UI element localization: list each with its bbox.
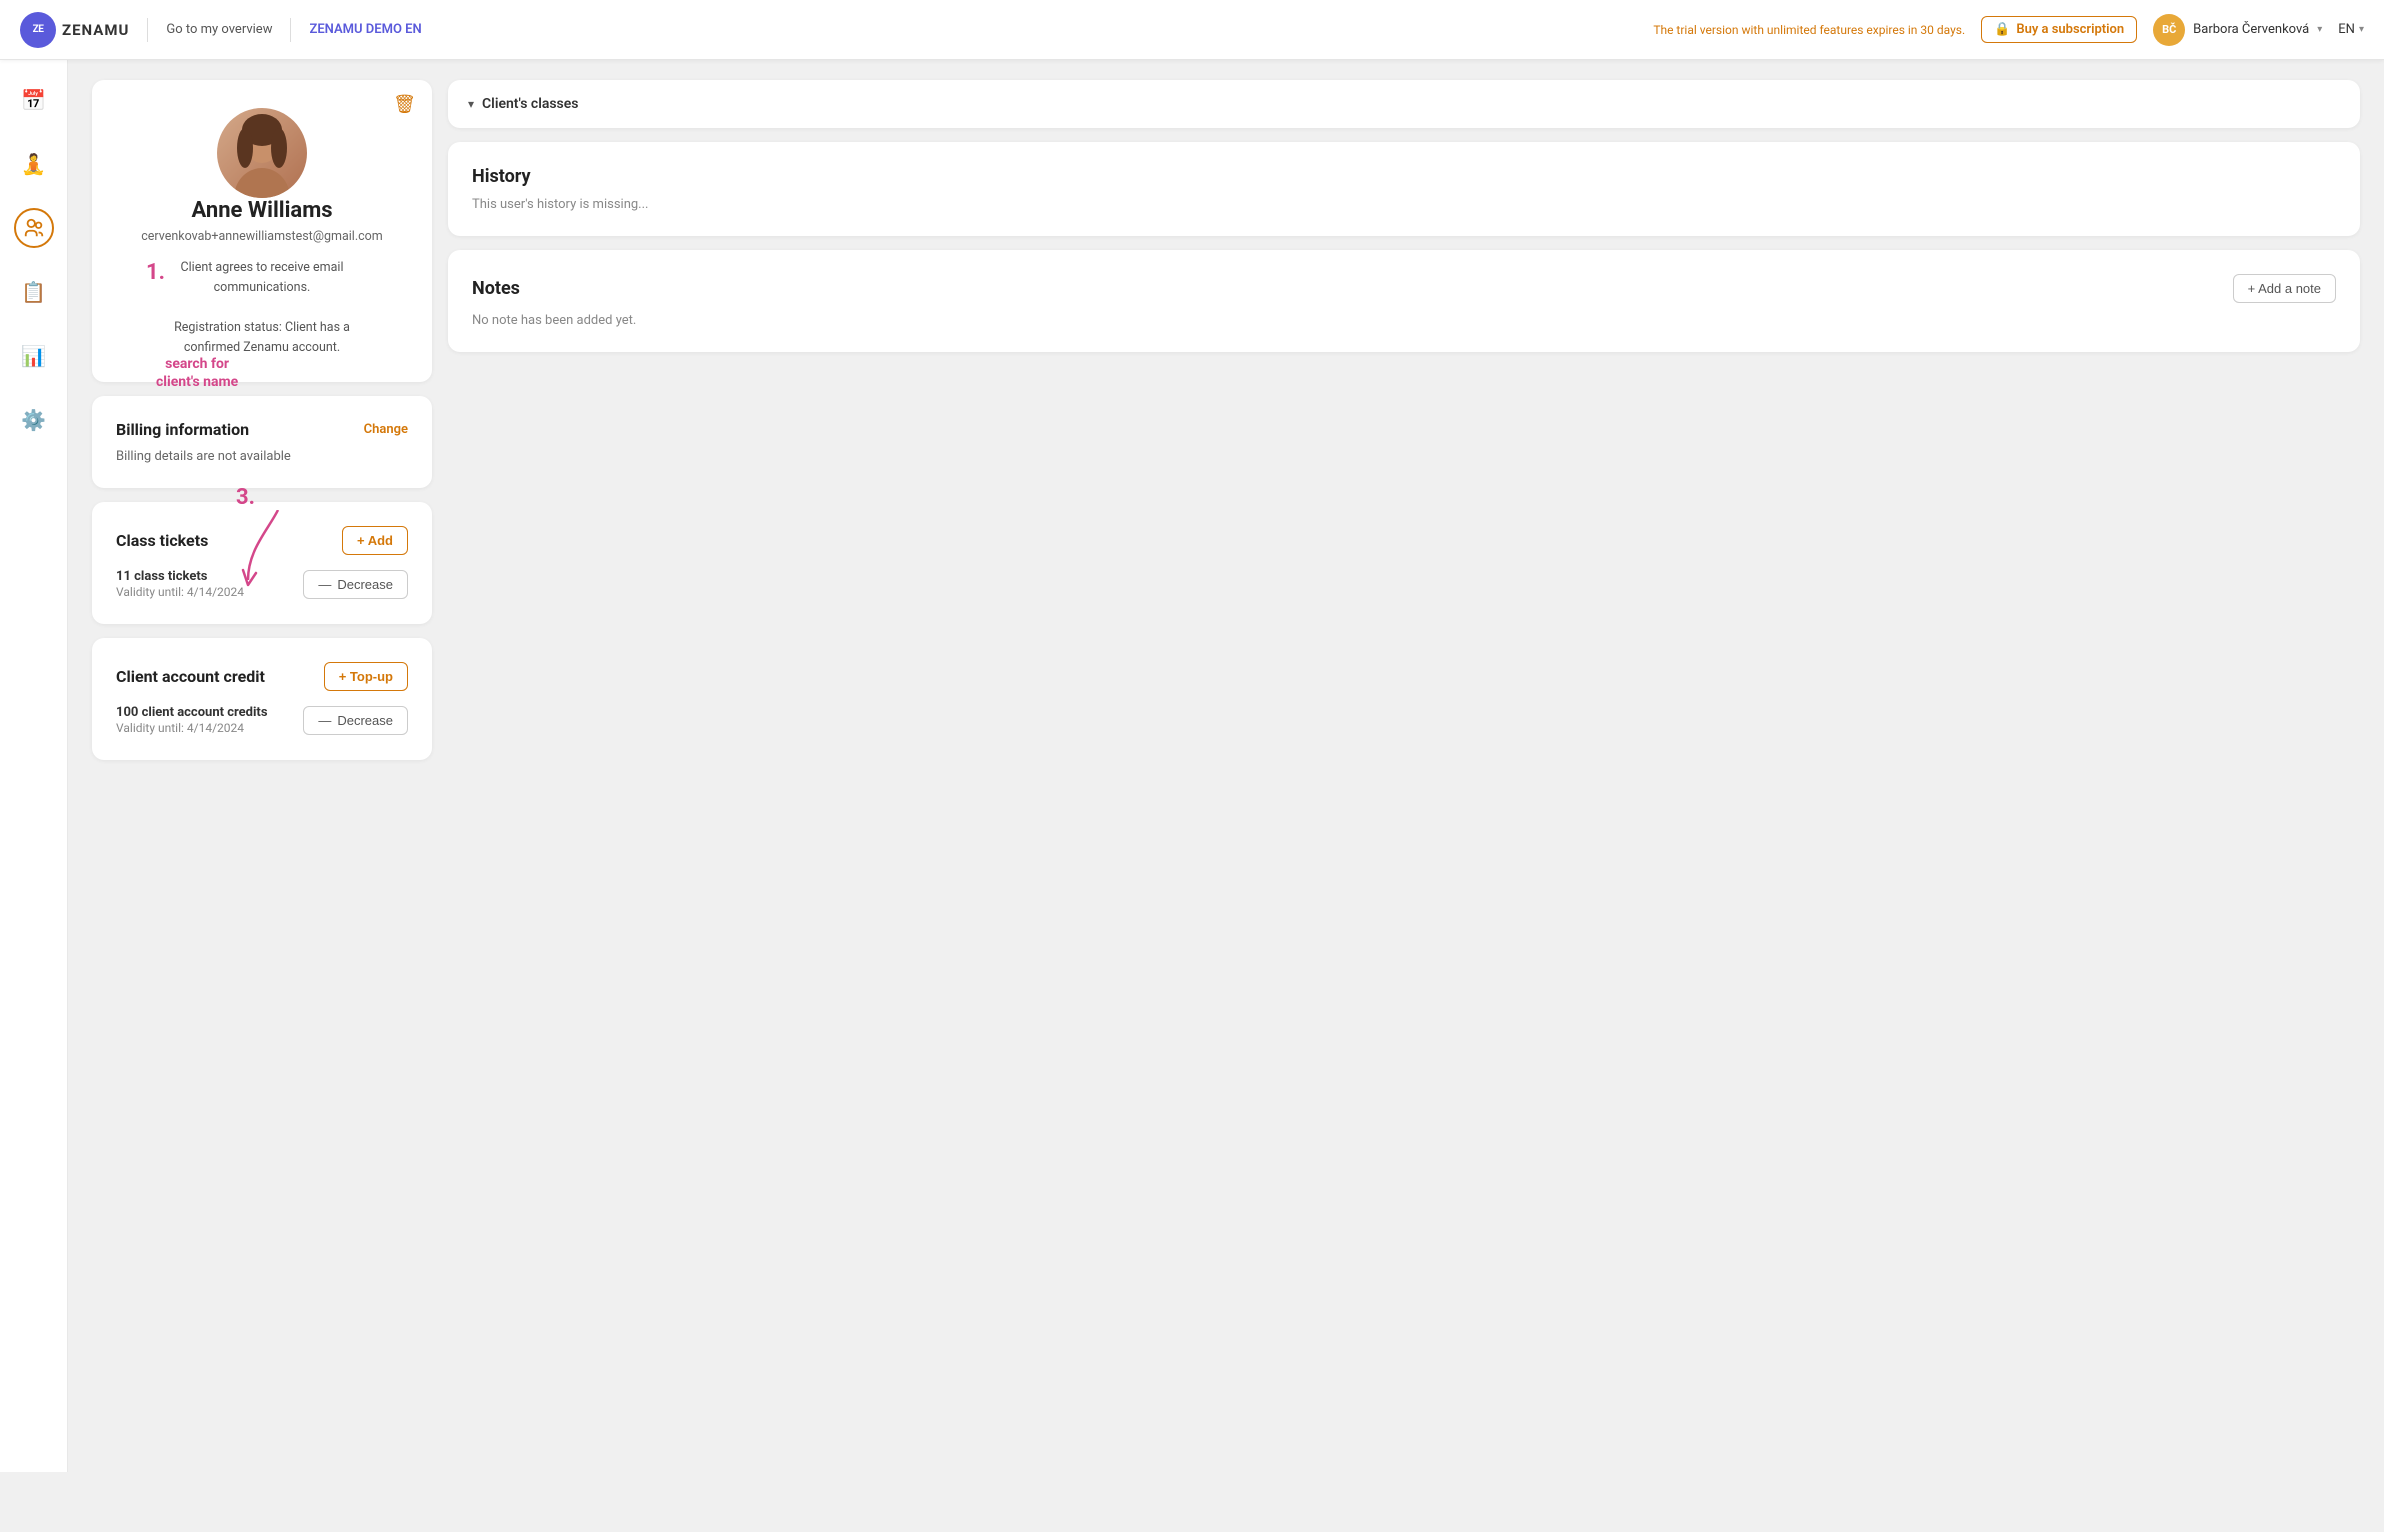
go-to-overview-link[interactable]: Go to my overview: [166, 22, 272, 37]
billing-title: Billing information: [116, 420, 249, 439]
billing-details-text: Billing details are not available: [116, 449, 408, 464]
notes-card: Notes + Add a note No note has been adde…: [448, 250, 2360, 352]
avatar: BČ: [2153, 14, 2185, 46]
decrease-credit-button[interactable]: — Decrease: [303, 706, 408, 735]
demo-label: ZENAMU DEMO EN: [309, 22, 421, 37]
topbar-left: ZE ZENAMU Go to my overview ZENAMU DEMO …: [20, 12, 1653, 48]
user-name: Barbora Červenková: [2193, 22, 2309, 37]
buy-subscription-button[interactable]: 🔒 Buy a subscription: [1981, 16, 2137, 43]
main-layout: 📅 🧘 📋 📊 ⚙️ 1. search for client's name 3…: [0, 60, 2384, 1472]
credit-count: 100 client account credits: [116, 705, 268, 720]
chevron-down-classes-icon: ▾: [468, 97, 474, 111]
add-ticket-button[interactable]: + Add: [342, 526, 408, 555]
ticket-count: 11 class tickets: [116, 569, 244, 584]
ticket-row: 11 class tickets Validity until: 4/14/20…: [116, 569, 408, 600]
billing-card: Billing information Change Billing detai…: [92, 396, 432, 488]
language-selector[interactable]: EN ▾: [2338, 22, 2364, 37]
classes-header[interactable]: ▾ Client's classes: [468, 96, 2340, 112]
history-text: This user's history is missing...: [472, 197, 2336, 212]
left-column: 🗑 Anne Williams cervenkovab+annewilliams…: [92, 80, 432, 1452]
topbar: ZE ZENAMU Go to my overview ZENAMU DEMO …: [0, 0, 2384, 60]
logo-circle: ZE: [20, 12, 56, 48]
sidebar-item-settings[interactable]: ⚙️: [14, 400, 54, 440]
logo-text: ZENAMU: [62, 21, 129, 39]
client-credit-card: Client account credit + Top-up 100 clien…: [92, 638, 432, 760]
sidebar-item-clipboard[interactable]: 📋: [14, 272, 54, 312]
topbar-right: The trial version with unlimited feature…: [1653, 14, 2364, 46]
content-area: 1. search for client's name 3. 🗑: [68, 60, 2384, 1472]
notes-header: Notes + Add a note: [472, 274, 2336, 303]
sidebar-item-calendar[interactable]: 📅: [14, 80, 54, 120]
user-menu[interactable]: BČ Barbora Červenková ▾: [2153, 14, 2322, 46]
add-note-button[interactable]: + Add a note: [2233, 274, 2336, 303]
tickets-title: Class tickets: [116, 531, 208, 550]
decrease-ticket-button[interactable]: — Decrease: [303, 570, 408, 599]
lang-chevron-icon: ▾: [2359, 24, 2364, 35]
right-column: ▾ Client's classes History This user's h…: [448, 80, 2360, 1452]
notes-title: Notes: [472, 278, 520, 299]
profile-card: 🗑 Anne Williams cervenkovab+annewilliams…: [92, 80, 432, 382]
minus-icon: —: [318, 577, 331, 592]
minus-credit-icon: —: [318, 713, 331, 728]
billing-header: Billing information Change: [116, 420, 408, 439]
sidebar-item-clients[interactable]: [14, 208, 54, 248]
sidebar: 📅 🧘 📋 📊 ⚙️: [0, 60, 68, 1472]
avatar: [217, 108, 307, 198]
topup-button[interactable]: + Top-up: [324, 662, 408, 691]
credit-row: 100 client account credits Validity unti…: [116, 705, 408, 736]
class-tickets-card: Class tickets + Add 11 class tickets Val…: [92, 502, 432, 624]
topbar-divider-2: [290, 18, 291, 42]
profile-name: Anne Williams: [191, 198, 332, 223]
logo: ZE ZENAMU: [20, 12, 129, 48]
decrease-label: Decrease: [337, 577, 393, 592]
credit-header: Client account credit + Top-up: [116, 662, 408, 691]
sidebar-item-classes[interactable]: 🧘: [14, 144, 54, 184]
history-title: History: [472, 166, 2336, 187]
topbar-divider: [147, 18, 148, 42]
chevron-down-icon: ▾: [2317, 24, 2322, 35]
clients-classes-card: ▾ Client's classes: [448, 80, 2360, 128]
credit-title: Client account credit: [116, 667, 265, 686]
credit-info: 100 client account credits Validity unti…: [116, 705, 268, 736]
decrease-credit-label: Decrease: [337, 713, 393, 728]
sidebar-item-reports[interactable]: 📊: [14, 336, 54, 376]
ticket-validity: Validity until: 4/14/2024: [116, 585, 244, 599]
change-billing-button[interactable]: Change: [364, 422, 408, 437]
buy-subscription-label: Buy a subscription: [2016, 22, 2124, 37]
notes-text: No note has been added yet.: [472, 313, 2336, 328]
classes-title: Client's classes: [482, 96, 578, 112]
delete-icon[interactable]: 🗑: [393, 94, 416, 115]
tickets-header: Class tickets + Add: [116, 526, 408, 555]
ticket-info: 11 class tickets Validity until: 4/14/20…: [116, 569, 244, 600]
lock-icon: 🔒: [1994, 22, 2010, 37]
history-card: History This user's history is missing..…: [448, 142, 2360, 236]
lang-label: EN: [2338, 22, 2355, 37]
profile-info: Client agrees to receive email communica…: [174, 258, 350, 358]
trial-notice: The trial version with unlimited feature…: [1653, 23, 1965, 37]
credit-validity: Validity until: 4/14/2024: [116, 721, 244, 735]
profile-email: cervenkovab+annewilliamstest@gmail.com: [141, 229, 383, 244]
